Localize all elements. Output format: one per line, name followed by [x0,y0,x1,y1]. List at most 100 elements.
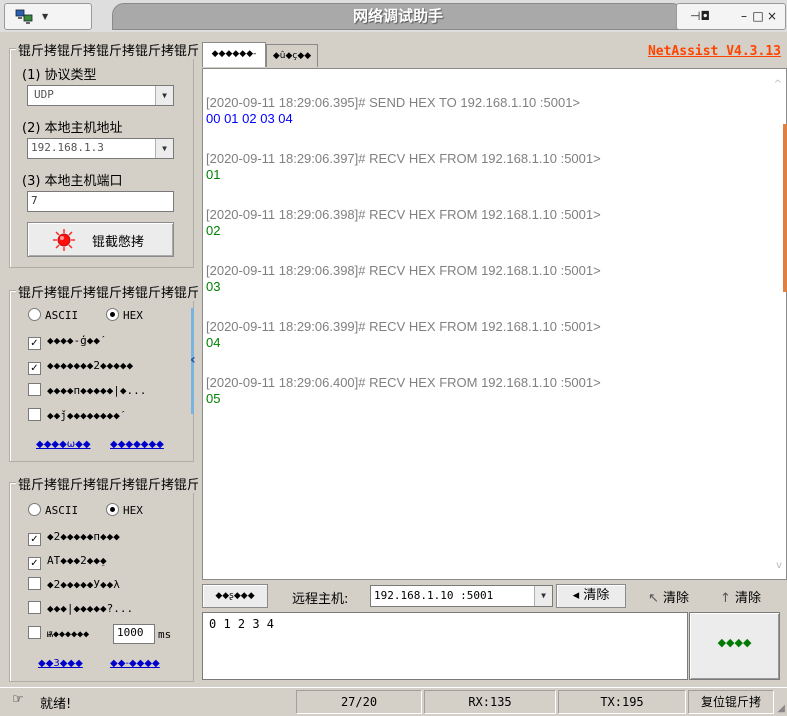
checkbox-checked-icon: ✓ [28,533,41,546]
connection-status-icon [53,229,75,251]
scroll-up-icon[interactable]: ^ [774,79,782,90]
send-option-1[interactable]: ✓ ◆2◆◆◆◆◆п◆◆◆ [28,529,120,546]
version-link[interactable]: NetAssist V4.3.13 [648,44,781,59]
send-option-3[interactable]: ◆2◆◆◆◆◆У◆◆λ [28,577,120,591]
protocol-select[interactable]: UDP ▼ [27,85,174,106]
recv-option-3[interactable]: ◆◆◆◆п◆◆◆◆◆|◆... [28,383,146,397]
local-ip-value: 192.168.1.3 [31,141,104,154]
scroll-down-icon[interactable]: v [776,560,782,571]
status-tx: TX:195 [558,690,686,714]
checkbox-unchecked-icon [28,383,41,396]
side-accent [783,124,787,292]
send-interval-checkbox[interactable] [28,626,41,639]
recv-option-label: ◆◆◆◆◆◆◆2◆◆◆◆◆ [47,359,134,372]
recv-option-2[interactable]: ✓ ◆◆◆◆◆◆◆2◆◆◆◆◆ [28,358,133,375]
send-interval-unit: ms [158,628,172,641]
radio-button [28,503,41,516]
send-interval-input[interactable]: 1000 [113,624,155,644]
close-button[interactable]: × [761,7,783,25]
log-header: [2020-09-11 18:29:06.397]# RECV HEX FROM… [206,151,601,166]
log-data: 01 [206,167,221,182]
checkbox-unchecked-icon [28,577,41,590]
recv-link-left[interactable]: ◆◆◆◆ω◆◆ [36,439,91,450]
local-port-value: 7 [31,194,38,207]
clear-history-button[interactable]: ◂ 清除 [556,584,626,608]
clear-recv-label: 清除 [663,591,690,606]
send-input[interactable]: 0 1 2 3 4 [202,612,688,680]
pin-icon: ⊣◘ [690,9,710,23]
protocol-value: UDP [34,88,54,101]
log-data: 02 [206,223,221,238]
clear-count-button[interactable]: ↑ 清除 [720,587,761,606]
send-interval-value: 1000 [117,626,144,639]
send-option-label: ◆◆◆|◆◆◆◆◆?... [47,602,134,615]
recv-settings-title: 锟斤拷锟斤拷锟斤拷锟斤拷锟斤拷锟斤拷 [16,282,198,301]
receive-log[interactable]: [2020-09-11 18:29:06.395]# SEND HEX TO 1… [202,68,787,580]
log-entry: [2020-09-11 18:29:06.398]# RECV HEX FROM… [206,207,601,240]
send-interval-row: ѭ◆◆◆◆◆◆ [28,626,89,641]
status-count: 27/20 [296,690,422,714]
title-area: 网络调试助手 [112,3,684,30]
send-ascii-radio[interactable]: ASCII [28,503,78,517]
status-bar: ☞ 就绪! 27/20 RX:135 TX:195 复位锟斤拷 ◢ [0,687,787,716]
chevron-down-icon: ▼ [155,139,173,158]
log-entry: [2020-09-11 18:29:06.398]# RECV HEX FROM… [206,263,601,296]
status-ready: 就绪! [40,697,72,712]
local-ip-select[interactable]: 192.168.1.3 ▼ [27,138,174,159]
arrow-up-icon: ↑ [720,591,731,606]
recv-option-1[interactable]: ✓ ◆◆◆◆-ģ◆◆ˊ [28,333,107,350]
chevron-down-icon: ▼ [534,586,552,606]
send-link-right[interactable]: ◆◆-◆◆◆◆ [110,658,160,669]
send-link-left[interactable]: ◆◆3◆◆◆ [38,658,83,669]
recv-hex-radio[interactable]: HEX [106,308,143,322]
log-data: 04 [206,335,221,350]
panel-splitter[interactable]: ‹ [190,308,198,414]
protocol-label: (1) 协议类型 [22,68,97,83]
remote-host-value: 192.168.1.10 :5001 [374,589,494,602]
app-window: ▼ 网络调试助手 ⊣◘ – □ × 锟斤拷锟斤拷锟斤拷锟斤拷锟斤拷 (1) 协议… [0,0,787,716]
system-menu[interactable]: ▼ [4,3,92,30]
send-toolbar: ◆◆ʂ◆◆◆ 远程主机: 192.168.1.10 :5001 ▼ ◂ 清除 ↖… [202,580,785,610]
log-header: [2020-09-11 18:29:06.398]# RECV HEX FROM… [206,207,601,222]
send-hex-radio[interactable]: HEX [106,503,143,517]
radio-button [106,308,119,321]
send-option-label: AT◆◆◆2◆◆ֵ◆ [47,554,107,567]
send-hex-label: HEX [123,504,143,517]
send-settings-group: 锟斤拷锟斤拷锟斤拷锟斤拷锟斤拷锟斤拷 ASCII HEX ✓ ◆2◆◆◆◆◆п◆◆… [9,474,198,682]
reset-count-button[interactable]: 复位锟斤拷 [688,690,774,714]
pin-button[interactable]: ⊣◘ [689,7,711,25]
send-mode-button[interactable]: ◆◆ʂ◆◆◆ [202,584,268,608]
send-button[interactable]: ◆◆◆◆ [689,612,780,680]
send-option-4[interactable]: ◆◆◆|◆◆◆◆◆?... [28,601,133,615]
radio-button [28,308,41,321]
remote-host-select[interactable]: 192.168.1.10 :5001 ▼ [370,585,553,607]
radio-button [106,503,119,516]
recv-ascii-radio[interactable]: ASCII [28,308,78,322]
tab-receive[interactable]: ◆◆◆◆◆◆- [202,42,266,67]
recv-option-label: ◆◆◆◆п◆◆◆◆◆|◆... [47,384,147,397]
send-option-2[interactable]: ✓ AT◆◆◆2◆◆ֵ◆ [28,553,107,570]
recv-link-right[interactable]: ◆◆◆◆◆◆◆ [110,439,164,450]
clear-count-label: 清除 [735,591,762,606]
checkbox-unchecked-icon [28,408,41,421]
log-header: [2020-09-11 18:29:06.399]# RECV HEX FROM… [206,319,601,334]
clear-recv-button[interactable]: ↖ 清除 [648,587,689,606]
network-settings-title: 锟斤拷锟斤拷锟斤拷锟斤拷锟斤拷 [16,40,198,59]
log-header: [2020-09-11 18:29:06.395]# SEND HEX TO 1… [206,95,581,110]
chevron-left-icon: ‹ [190,352,196,368]
tab-settings[interactable]: ◆û◆ç◆◆ [266,44,318,67]
local-port-input[interactable]: 7 [27,191,174,212]
recv-option-4[interactable]: ◆◆ǰ◆◆◆◆◆◆◆◆ˊ [28,408,126,423]
checkbox-unchecked-icon [28,601,41,614]
local-port-label: (3) 本地主机端口 [22,174,123,189]
checkbox-checked-icon: ✓ [28,557,41,570]
recv-settings-group: 锟斤拷锟斤拷锟斤拷锟斤拷锟斤拷锟斤拷 ASCII HEX ✓◆◆◆◆-ģ◆◆ˊ … [9,282,198,462]
connect-button[interactable]: 锟截憋拷 [27,222,174,257]
log-entry: [2020-09-11 18:29:06.399]# RECV HEX FROM… [206,319,601,352]
title-bar: ▼ 网络调试助手 ⊣◘ – □ × [0,0,787,32]
log-header: [2020-09-11 18:29:06.398]# RECV HEX FROM… [206,263,601,278]
resize-grip-icon[interactable]: ◢ [777,703,785,714]
arrow-left-icon: ◂ [572,588,580,603]
log-entry: [2020-09-11 18:29:06.397]# RECV HEX FROM… [206,151,601,184]
send-ascii-label: ASCII [45,504,79,517]
